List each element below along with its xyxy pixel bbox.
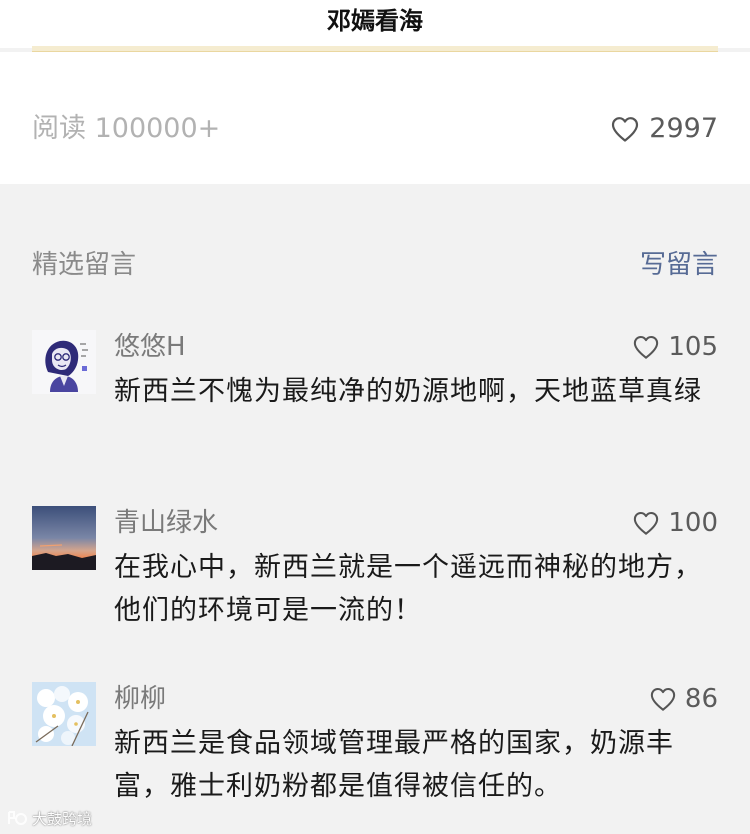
avatar-sunset-image bbox=[32, 506, 96, 570]
article-stats-bar: 阅读 100000+ 2997 bbox=[0, 52, 750, 184]
watermark: 大鼓跨境 bbox=[6, 806, 92, 830]
article-like-count: 2997 bbox=[649, 113, 718, 144]
heart-outline-icon bbox=[650, 687, 676, 711]
featured-comments-title: 精选留言 bbox=[32, 249, 137, 280]
comment-body: 青山绿水 在我心中，新西兰就是一个遥远而神秘的地方，他们的环境可是一流的！ 10… bbox=[114, 506, 718, 632]
comment-item: 悠悠H 新西兰不愧为最纯净的奶源地啊，天地蓝草真绿 105 bbox=[32, 330, 718, 470]
comment-like-count: 100 bbox=[668, 508, 718, 538]
comment-like-count: 105 bbox=[668, 332, 718, 362]
article-like-button[interactable]: 2997 bbox=[610, 112, 718, 146]
comment-like-button[interactable]: 100 bbox=[632, 506, 718, 540]
heart-outline-icon bbox=[634, 511, 659, 535]
comments-section-header: 精选留言 写留言 bbox=[32, 244, 718, 280]
comment-body: 悠悠H 新西兰不愧为最纯净的奶源地啊，天地蓝草真绿 105 bbox=[114, 330, 718, 413]
comment-like-button[interactable]: 86 bbox=[649, 682, 718, 716]
comment-body: 柳柳 新西兰是食品领域管理最严格的国家，奶源丰富，雅士利奶粉都是值得被信任的。 … bbox=[114, 682, 718, 808]
comment-text: 在我心中，新西兰就是一个遥远而神秘的地方，他们的环境可是一流的！ bbox=[114, 552, 702, 626]
comment-text: 新西兰不愧为最纯净的奶源地啊，天地蓝草真绿 bbox=[114, 376, 702, 407]
watermark-text: 大鼓跨境 bbox=[32, 809, 93, 828]
article-header: 邓嫣看海 bbox=[0, 0, 750, 52]
heart-outline-icon bbox=[612, 117, 639, 142]
avatar-blossom-image bbox=[32, 682, 96, 746]
comment-author-name[interactable]: 柳柳 bbox=[114, 682, 718, 716]
avatar-sketch-image bbox=[32, 330, 96, 394]
avatar[interactable] bbox=[32, 506, 96, 570]
comment-author-name[interactable]: 青山绿水 bbox=[114, 506, 718, 540]
read-count: 阅读 100000+ bbox=[32, 113, 221, 144]
comment-like-button[interactable]: 105 bbox=[632, 330, 718, 364]
avatar[interactable] bbox=[32, 330, 96, 394]
watermark-logo-icon bbox=[8, 811, 27, 825]
comment-author-name[interactable]: 悠悠H bbox=[114, 330, 718, 364]
article-account-title: 邓嫣看海 bbox=[327, 7, 423, 35]
write-comment-button[interactable]: 写留言 bbox=[640, 244, 718, 281]
comment-like-count: 86 bbox=[684, 684, 718, 714]
comment-text: 新西兰是食品领域管理最严格的国家，奶源丰富，雅士利奶粉都是值得被信任的。 bbox=[114, 728, 674, 802]
heart-outline-icon bbox=[634, 335, 659, 359]
comment-item: 柳柳 新西兰是食品领域管理最严格的国家，奶源丰富，雅士利奶粉都是值得被信任的。 … bbox=[32, 682, 718, 822]
comment-item: 青山绿水 在我心中，新西兰就是一个遥远而神秘的地方，他们的环境可是一流的！ 10… bbox=[32, 506, 718, 646]
avatar[interactable] bbox=[32, 682, 96, 746]
